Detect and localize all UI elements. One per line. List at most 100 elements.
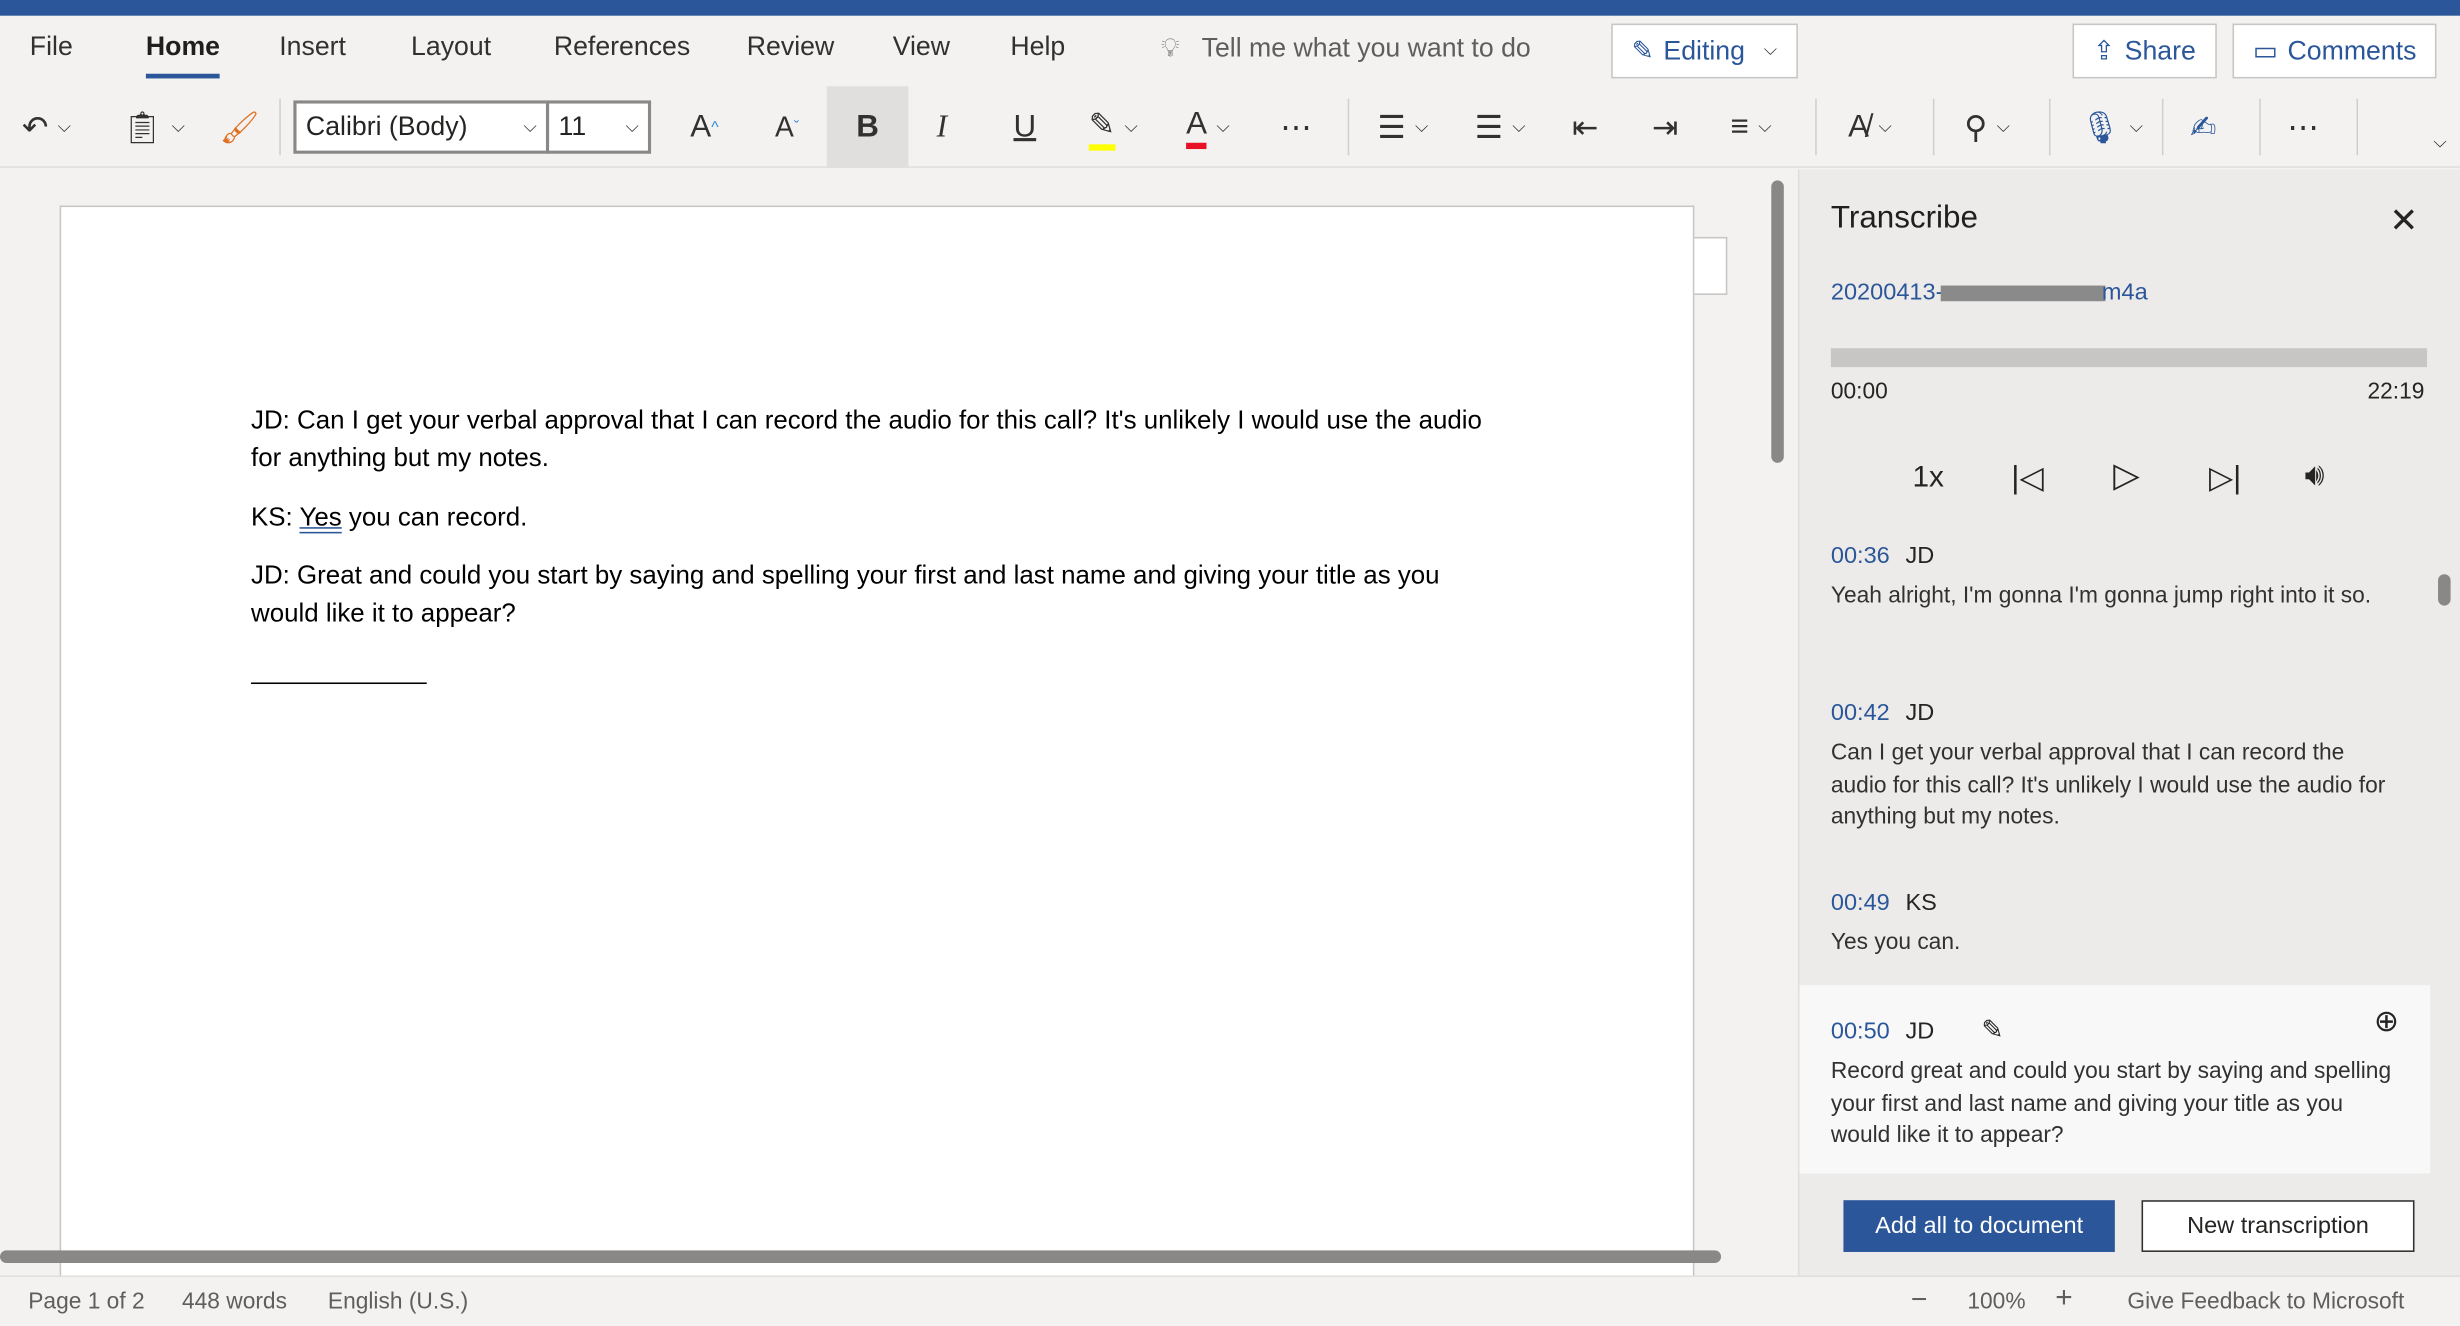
time-end: 22:19	[2367, 379, 2425, 405]
entry-speaker: JD	[1905, 542, 1935, 570]
entry-speaker: JD	[1905, 1018, 1935, 1045]
title-bar	[0, 0, 2460, 16]
collapse-ribbon-icon[interactable]: ⌵	[2424, 121, 2446, 165]
transcript-entry[interactable]: 00:42 JD Can I get your verbal approval th…	[1800, 700, 2431, 834]
document-area: JD: Can I get your verbal approval that …	[0, 169, 1797, 1276]
decrease-indent-icon[interactable]: ⇤	[1572, 105, 1598, 149]
skip-forward-icon[interactable]: ▷|	[2209, 458, 2241, 497]
paragraph-text: you can record.	[348, 503, 528, 532]
tab-view[interactable]: View	[893, 31, 950, 62]
comments-button[interactable]: ▭ Comments	[2232, 23, 2437, 79]
numbering-icon[interactable]: ☰ ⌵	[1475, 105, 1526, 149]
tab-home[interactable]: Home	[145, 31, 221, 79]
edit-pencil-icon[interactable]: ✎	[1981, 1015, 2003, 1045]
underline-rule	[251, 682, 427, 685]
zoom-level[interactable]: 100%	[1967, 1290, 2025, 1315]
skip-back-icon[interactable]: |◁	[2011, 458, 2043, 497]
paste-icon[interactable]: 📋︎ ⌵	[122, 105, 184, 149]
share-label: Share	[2124, 35, 2196, 66]
font-name-select[interactable]: Calibri (Body) ⌵	[293, 100, 550, 154]
playback-speed-button[interactable]: 1x	[1912, 461, 1944, 496]
entry-time[interactable]: 00:50	[1831, 1018, 1890, 1045]
comment-icon: ▭	[2252, 35, 2279, 66]
italic-icon[interactable]: I	[937, 105, 947, 149]
entry-text: Yeah alright, I'm gonna I'm gonna jump r…	[1830, 583, 2372, 609]
time-start: 00:00	[1830, 379, 1888, 405]
flagged-word[interactable]: Yes	[299, 504, 341, 532]
audio-progress-bar[interactable]	[1830, 348, 2428, 368]
audio-file-link[interactable]: 20200413- m4a	[1831, 279, 2148, 306]
dictate-icon[interactable]: 🎙︎ ⌵	[2080, 105, 2142, 149]
styles-icon[interactable]: A̸ ⌵	[1848, 105, 1891, 149]
share-button[interactable]: ⇪ Share	[2072, 23, 2217, 79]
play-icon[interactable]: ▷	[2113, 455, 2140, 496]
chevron-down-icon: ⌵	[625, 116, 639, 136]
entry-time[interactable]: 00:49	[1831, 890, 1890, 917]
entry-text: Yes you can.	[1830, 930, 1961, 956]
redaction	[1940, 284, 2106, 301]
bullets-icon[interactable]: ☰ ⌵	[1377, 105, 1428, 149]
paragraph: JD: Great and could you start by saying …	[251, 561, 1440, 628]
font-name-value: Calibri (Body)	[305, 111, 468, 142]
format-painter-icon[interactable]: 🖌︎	[220, 105, 260, 149]
editing-mode-button[interactable]: ✎ Editing ⌵	[1611, 23, 1798, 79]
transcript-entry[interactable]: 00:36 JD Yeah alright, I'm gonna I'm gonna…	[1800, 543, 2431, 613]
volume-icon[interactable]: 🔊︎	[2305, 458, 2325, 494]
bold-icon[interactable]: B	[826, 86, 909, 168]
font-size-value: 11	[558, 111, 587, 142]
tab-help[interactable]: Help	[1010, 31, 1065, 62]
new-transcription-button[interactable]: New transcription	[2141, 1200, 2415, 1252]
increase-indent-icon[interactable]: ⇥	[1652, 105, 1678, 149]
feedback-link[interactable]: Give Feedback to Microsoft	[2127, 1290, 2404, 1315]
close-icon[interactable]: ✕	[2389, 201, 2418, 242]
transcript-entry-selected[interactable]: 00:50 JD ✎ ⊕ Record great and could you star…	[1799, 985, 2431, 1174]
horizontal-scrollbar[interactable]	[0, 1250, 1722, 1263]
transcribe-pane: Transcribe ✕ 20200413- m4a 00:00 22:19 1x…	[1797, 169, 2460, 1276]
vertical-scrollbar[interactable]	[1771, 180, 1784, 463]
entry-text: Can I get your verbal approval that I ca…	[1830, 740, 2386, 830]
word-count[interactable]: 448 words	[182, 1290, 287, 1315]
lightbulb-icon: 💡︎	[1160, 32, 1180, 63]
document-page[interactable]: JD: Can I get your verbal approval that …	[59, 205, 1695, 1276]
pencil-icon: ✎	[1631, 35, 1654, 66]
share-icon: ⇪	[2092, 35, 2116, 66]
entry-time[interactable]: 00:42	[1831, 700, 1890, 727]
zoom-out-icon[interactable]: −	[1911, 1283, 1927, 1316]
status-bar: Page 1 of 2 448 words English (U.S.) − 1…	[0, 1275, 2460, 1326]
tab-insert[interactable]: Insert	[279, 31, 346, 62]
paragraph: JD: Can I get your verbal approval that …	[251, 406, 1482, 473]
chevron-down-icon: ⌵	[523, 116, 537, 136]
tab-layout[interactable]: Layout	[411, 31, 491, 62]
find-icon[interactable]: ⚲ ⌵	[1964, 105, 2009, 149]
pane-title: Transcribe	[1830, 200, 1978, 236]
add-to-document-icon[interactable]: ⊕	[2374, 1004, 2399, 1040]
font-size-select[interactable]: 11 ⌵	[545, 100, 652, 154]
editor-icon[interactable]: ✍︎	[2190, 105, 2216, 149]
shrink-font-icon[interactable]: Aˇ	[775, 105, 799, 149]
chevron-down-icon: ⌵	[1763, 40, 1777, 60]
add-all-to-document-button[interactable]: Add all to document	[1843, 1200, 2115, 1252]
grow-font-icon[interactable]: A ^	[690, 105, 718, 149]
page-count: Page 1 of 2	[28, 1289, 145, 1315]
highlight-icon[interactable]: ✎ ⌵	[1088, 105, 1138, 150]
align-icon[interactable]: ≡ ⌵	[1730, 105, 1771, 149]
language[interactable]: English (U.S.)	[328, 1290, 468, 1315]
font-color-icon[interactable]: A ⌵	[1186, 105, 1230, 149]
tab-file[interactable]: File	[30, 31, 73, 62]
entry-speaker: JD	[1905, 699, 1935, 727]
home-toolbar: ↶ ⌵ 📋︎ ⌵ 🖌︎ Calibri (Body) ⌵ 11 ⌵ A ^ Aˇ B I …	[0, 86, 2460, 168]
page-tab	[1694, 236, 1728, 295]
undo-icon[interactable]: ↶ ⌵	[22, 105, 71, 149]
underline-icon[interactable]: U	[1013, 105, 1036, 149]
tab-review[interactable]: Review	[747, 31, 834, 62]
pane-scrollbar[interactable]	[2438, 574, 2451, 606]
more-icon[interactable]: ⋯	[1280, 105, 1311, 149]
more-options-icon[interactable]: ⋯	[2287, 105, 2318, 149]
entry-time[interactable]: 00:36	[1831, 543, 1890, 570]
file-name-suffix: m4a	[2101, 279, 2148, 306]
transcript-entry[interactable]: 00:49 KS Yes you can.	[1800, 890, 2431, 960]
tell-me-search[interactable]: 💡︎ Tell me what you want to do	[1161, 33, 1531, 64]
paragraph: KS: Yes you can record.	[251, 499, 1506, 537]
zoom-in-icon[interactable]: +	[2055, 1282, 2072, 1317]
tab-references[interactable]: References	[554, 31, 690, 62]
